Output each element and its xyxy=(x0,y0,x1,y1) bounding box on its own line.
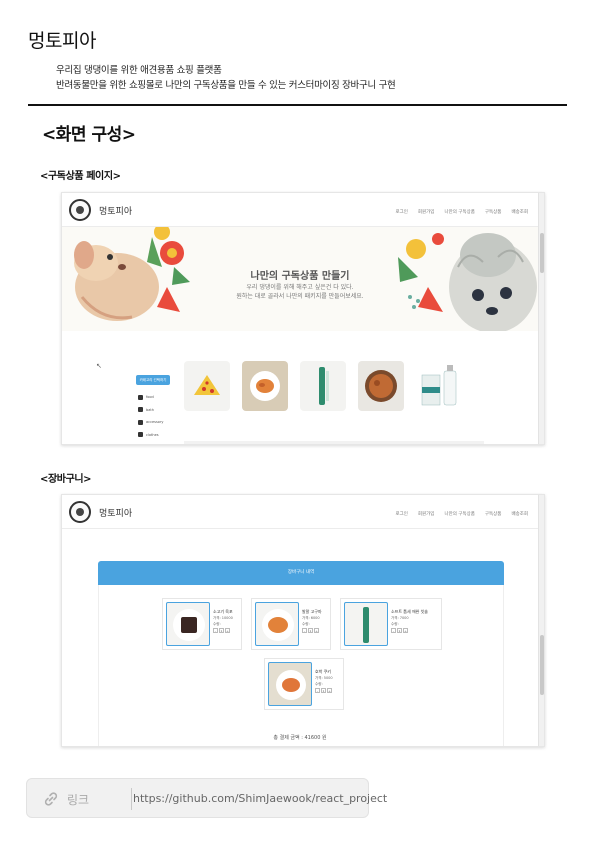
next-product-row xyxy=(184,441,484,444)
quantity-value: 1 xyxy=(321,688,326,693)
banner-subtitle-2: 원하는 대로 골라서 나만의 패키지를 만들어보세요. xyxy=(236,293,364,300)
menu-signup[interactable]: 회원가입 xyxy=(418,511,435,517)
cart-item-name: 호박 쿠키 xyxy=(315,669,331,674)
site-menu: 로그인 회원가입 나만의 구독상품 구독상품 배송조회 xyxy=(395,511,528,517)
site-brand: 멍토피아 xyxy=(99,207,133,217)
banner-title: 나만의 구독상품 만들기 xyxy=(250,271,350,282)
category-item-toy[interactable]: toy xyxy=(138,441,163,444)
product-shampoo[interactable] xyxy=(416,361,462,411)
category-select-button[interactable]: 카테고리 선택하기 xyxy=(136,375,170,385)
quantity-stepper: - 1 + xyxy=(213,628,230,633)
cart-item-price: 가격: 7000 xyxy=(391,616,409,620)
cart-item-name: 소프트 톱세 애완 칫솔 xyxy=(391,609,428,614)
category-list: food bath accessory clothes toy xyxy=(138,391,163,444)
quantity-stepper: - 1 + xyxy=(302,628,319,633)
subscription-page-screenshot: 멍토피아 로그인 회원가입 나만의 구독상품 구독상품 배송조회 나만의 구독상… xyxy=(61,192,545,445)
site-menu: 로그인 회원가입 나만의 구독상품 구독상품 배송조회 xyxy=(395,209,528,215)
scrollbar[interactable] xyxy=(538,193,544,444)
cart-item-pumpkin-cookie: 호박 쿠키 가격: 5000 수량: - 1 + xyxy=(264,658,344,710)
link-icon xyxy=(44,792,58,806)
cursor-icon: ↖ xyxy=(96,362,102,370)
github-url[interactable]: https://github.com/ShimJaewook/react_pro… xyxy=(133,792,387,805)
dog-logo-icon xyxy=(69,501,91,523)
menu-signup[interactable]: 회원가입 xyxy=(418,209,435,215)
product-cheese-toy[interactable] xyxy=(184,361,230,411)
checkbox-icon[interactable] xyxy=(138,394,143,400)
menu-delivery[interactable]: 배송조회 xyxy=(511,511,528,517)
menu-my-subscription[interactable]: 나만의 구독상품 xyxy=(444,209,474,215)
cart-item-image xyxy=(344,602,388,646)
increase-button[interactable]: + xyxy=(314,628,319,633)
decrease-button[interactable]: - xyxy=(315,688,320,693)
cart-item-price: 가격: 5000 xyxy=(315,676,333,680)
product-pumpkin-cookie[interactable] xyxy=(358,361,404,411)
cart-header: 장바구니 내역 xyxy=(98,561,504,585)
cart-total: 총 결제 금액 : 41600 원 xyxy=(273,735,327,741)
cart-item-qty-label: 수량: xyxy=(213,622,221,626)
site-navbar: 멍토피아 로그인 회원가입 나만의 구독상품 구독상품 배송조회 xyxy=(62,193,538,227)
decrease-button[interactable]: - xyxy=(213,628,218,633)
banner-subtitle-1: 우리 댕댕이를 위해 해주고 싶은건 다 있다. xyxy=(246,284,354,291)
cart-item-beef-jerky: 소고기 육포 가격: 10000 수량: - 1 + xyxy=(162,598,242,650)
menu-delivery[interactable]: 배송조회 xyxy=(511,209,528,215)
menu-login[interactable]: 로그인 xyxy=(395,209,407,215)
description-line-2: 반려동물만을 위한 쇼핑몰로 나만의 구독상품을 만들 수 있는 커스터마이징 … xyxy=(56,80,396,91)
category-item-accessory[interactable]: accessory xyxy=(138,416,163,429)
cart-item-sweet-potato: 발랄 고구마 가격: 6000 수량: - 1 + xyxy=(251,598,331,650)
category-item-clothes[interactable]: clothes xyxy=(138,429,163,442)
cart-page-heading: <장바구니> xyxy=(40,474,92,485)
quantity-stepper: - 1 + xyxy=(391,628,408,633)
description-line-1: 우리집 댕댕이를 위한 애견용품 쇼핑 플랫폼 xyxy=(56,65,222,76)
site-navbar: 멍토피아 로그인 회원가입 나만의 구독상품 구독상품 배송조회 xyxy=(62,495,538,529)
dog-logo-icon xyxy=(69,199,91,221)
cart-item-image xyxy=(255,602,299,646)
link-separator xyxy=(131,788,132,810)
product-toothbrush[interactable] xyxy=(300,361,346,411)
checkbox-icon[interactable] xyxy=(138,407,143,413)
cart-item-qty-label: 수량: xyxy=(315,682,323,686)
increase-button[interactable]: + xyxy=(403,628,408,633)
quantity-value: 1 xyxy=(397,628,402,633)
link-label: 링크 xyxy=(67,793,90,807)
cart-item-price: 가격: 6000 xyxy=(302,616,320,620)
subscription-page-heading: <구독상품 페이지> xyxy=(40,171,121,182)
cart-item-image xyxy=(166,602,210,646)
cart-item-toothbrush: 소프트 톱세 애완 칫솔 가격: 7000 수량: - 1 + xyxy=(340,598,442,650)
increase-button[interactable]: + xyxy=(327,688,332,693)
increase-button[interactable]: + xyxy=(225,628,230,633)
decrease-button[interactable]: - xyxy=(302,628,307,633)
cart-item-image xyxy=(268,662,312,706)
document-title: 멍토피아 xyxy=(28,30,96,52)
quantity-stepper: - 1 + xyxy=(315,688,332,693)
section-heading: <화면 구성> xyxy=(42,125,136,145)
category-item-food[interactable]: food xyxy=(138,391,163,404)
github-link-box[interactable]: 링크 https://github.com/ShimJaewook/react_… xyxy=(26,778,387,818)
menu-subscription[interactable]: 구독상품 xyxy=(485,209,502,215)
divider xyxy=(28,104,567,106)
decrease-button[interactable]: - xyxy=(391,628,396,633)
menu-my-subscription[interactable]: 나만의 구독상품 xyxy=(444,511,474,517)
cart-page-screenshot: 멍토피아 로그인 회원가입 나만의 구독상품 구독상품 배송조회 장바구니 내역… xyxy=(61,494,545,747)
cart-item-price: 가격: 10000 xyxy=(213,616,233,620)
menu-login[interactable]: 로그인 xyxy=(395,511,407,517)
category-item-bath[interactable]: bath xyxy=(138,404,163,417)
cart-item-name: 소고기 육포 xyxy=(213,609,233,614)
product-sweet-potato[interactable] xyxy=(242,361,288,411)
checkbox-icon[interactable] xyxy=(138,419,143,425)
menu-subscription[interactable]: 구독상품 xyxy=(485,511,502,517)
site-brand: 멍토피아 xyxy=(99,509,133,519)
checkbox-icon[interactable] xyxy=(138,432,143,438)
quantity-value: 1 xyxy=(219,628,224,633)
cart-item-name: 발랄 고구마 xyxy=(302,609,322,614)
quantity-value: 1 xyxy=(308,628,313,633)
cart-item-qty-label: 수량: xyxy=(302,622,310,626)
cart-item-qty-label: 수량: xyxy=(391,622,399,626)
scrollbar[interactable] xyxy=(538,495,544,746)
hero-banner: 나만의 구독상품 만들기 우리 댕댕이를 위해 해주고 싶은건 다 있다. 원하… xyxy=(62,227,538,331)
